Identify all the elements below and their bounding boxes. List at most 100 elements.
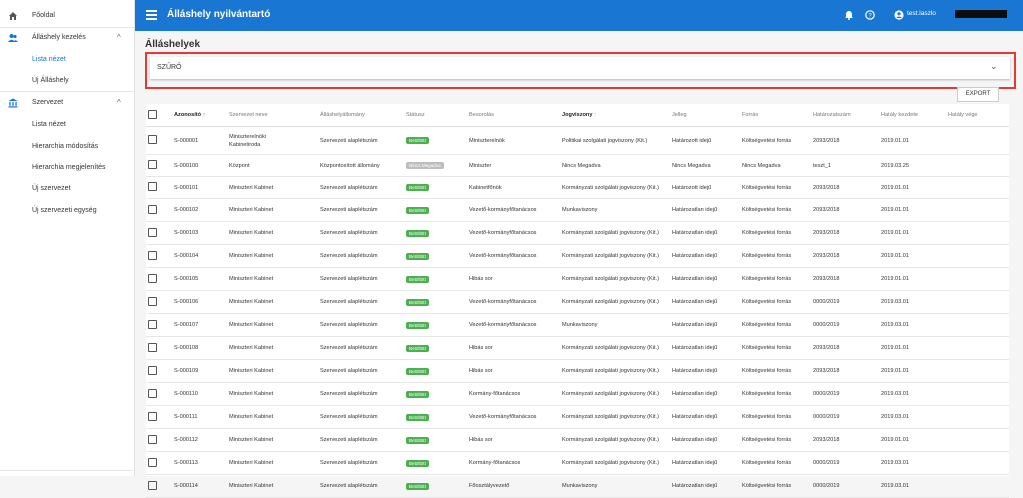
cell-text: 2019.01.01 xyxy=(881,207,909,213)
row-checkbox[interactable] xyxy=(148,365,157,375)
col-header-statusz[interactable]: Státusz xyxy=(404,104,467,127)
col-header-allashelyallomany[interactable]: Álláshelyállomány xyxy=(318,104,404,127)
cell-forras: Költségvetési forrás xyxy=(740,451,811,475)
cell-azonosito: S-000112 xyxy=(172,428,227,452)
menu-icon[interactable] xyxy=(146,10,157,20)
row-checkbox[interactable] xyxy=(148,319,157,329)
row-checkbox[interactable] xyxy=(148,296,157,306)
cell-forras: Költségvetési forrás xyxy=(740,382,811,406)
row-checkbox[interactable] xyxy=(148,434,157,444)
bell-icon[interactable] xyxy=(844,10,854,20)
cell-jogviszony: Kormányzati szolgálati jogviszony (Kit.) xyxy=(560,451,670,475)
sidebar-item-label: Lista nézet xyxy=(32,56,66,63)
cell-hataly-vege xyxy=(946,267,1009,291)
sidebar-item-szervezet-lista[interactable]: Lista nézet xyxy=(0,114,134,136)
cell-text: Kormányzati szolgálati jogviszony (Kit.) xyxy=(562,437,659,443)
col-header-jogviszony[interactable]: Jogviszony ↑ xyxy=(560,104,670,127)
sidebar-item-lista-nezet[interactable]: Lista nézet xyxy=(0,49,134,71)
table-row[interactable]: S-000107 Miniszteri Kabinet Szervezeti ala… xyxy=(146,313,1009,337)
table-row[interactable]: S-000100 Központ Központosított állomány Ni… xyxy=(146,154,1009,177)
col-header-forras[interactable]: Forrás xyxy=(740,104,811,127)
cell-jelleg: Határozatlan idejű xyxy=(670,313,740,337)
table-row[interactable]: S-000111 Miniszteri Kabinet Szervezeti ala… xyxy=(146,405,1009,429)
cell-text: Költségvetési forrás xyxy=(742,414,792,420)
chevron-up-icon: ^ xyxy=(117,98,121,107)
sidebar-item-szervezet[interactable]: Szervezet ^ xyxy=(0,92,134,114)
cell-text: Költségvetési forrás xyxy=(742,483,792,489)
row-checkbox[interactable] xyxy=(148,250,157,260)
row-checkbox[interactable] xyxy=(148,342,157,352)
cell-text: Költségvetési forrás xyxy=(742,184,792,191)
cell-text: Munkaviszony xyxy=(562,207,598,213)
col-header-jelleg[interactable]: Jelleg xyxy=(670,104,740,127)
sidebar: Főoldal Álláshely kezelés ^ Lista nézet … xyxy=(0,0,135,476)
row-checkbox[interactable] xyxy=(148,227,157,237)
cell-text: Szervezeti alaplétszám xyxy=(320,437,378,443)
cell-text: Munkaviszony xyxy=(562,483,598,489)
row-checkbox[interactable] xyxy=(148,182,157,191)
table-row[interactable]: S-000110 Miniszteri Kabinet Szervezeti ala… xyxy=(146,382,1009,406)
export-button[interactable]: EXPORT xyxy=(957,87,999,102)
sidebar-item-home[interactable]: Főoldal xyxy=(0,5,134,27)
row-checkbox-cell xyxy=(146,451,172,475)
table-row[interactable]: S-000112 Miniszteri Kabinet Szervezeti ala… xyxy=(146,428,1009,452)
cell-text: Költségvetési forrás xyxy=(742,253,792,259)
cell-text: Vezető-kormányfőtanácsos xyxy=(469,207,537,213)
row-checkbox[interactable] xyxy=(148,388,157,398)
row-checkbox[interactable] xyxy=(148,273,157,283)
row-checkbox[interactable] xyxy=(148,160,157,169)
account-icon[interactable] xyxy=(894,10,904,20)
col-header-hatarozatszam[interactable]: Határozatszám xyxy=(811,104,879,127)
row-checkbox[interactable] xyxy=(148,411,157,421)
row-checkbox-cell xyxy=(146,313,172,337)
cell-text: Kormány-főtanácsos xyxy=(469,391,521,397)
sidebar-item-label: Lista nézet xyxy=(32,121,66,128)
cell-hatarozatszam: 0000/2019 xyxy=(811,474,879,498)
cell-text: S-000111 xyxy=(174,414,198,420)
col-header-hataly-vege[interactable]: Hatály vége xyxy=(946,104,1009,127)
table-row[interactable]: S-000103 Miniszteri Kabinet Szervezeti ala… xyxy=(146,221,1009,245)
cell-text: Miniszteri Kabinet xyxy=(229,230,274,236)
sidebar-item-allashely-kezeles[interactable]: Álláshely kezelés ^ xyxy=(0,27,134,49)
cell-text: 2093/2018 xyxy=(813,276,840,282)
table-row[interactable]: S-000109 Miniszteri Kabinet Szervezeti ala… xyxy=(146,359,1009,383)
table-row[interactable]: S-000102 Miniszteri Kabinet Szervezeti ala… xyxy=(146,198,1009,222)
row-checkbox[interactable] xyxy=(148,480,157,490)
table-row[interactable]: S-000104 Miniszteri Kabinet Szervezeti ala… xyxy=(146,244,1009,268)
cell-jelleg: Határozatlan idejű xyxy=(670,221,740,245)
help-icon[interactable]: ? xyxy=(865,10,875,20)
table-row[interactable]: S-000108 Miniszteri Kabinet Szervezeti ala… xyxy=(146,336,1009,360)
sidebar-item-hierarchia-megjelenites[interactable]: Hierarchia megjelenítés xyxy=(0,157,134,179)
table-row[interactable]: S-000001 Miniszterelnöki Kabinetiroda Szer… xyxy=(146,126,1009,155)
row-checkbox[interactable] xyxy=(148,135,157,144)
cell-text: 2019.01.01 xyxy=(881,276,909,282)
cell-azonosito: S-000108 xyxy=(172,336,227,360)
cell-text: Kormányzati szolgálati jogviszony (Kit.) xyxy=(562,345,659,351)
table-row[interactable]: S-000114 Miniszteri Kabinet Szervezeti ala… xyxy=(146,474,1009,498)
cell-forras: Költségvetési forrás xyxy=(740,198,811,222)
sidebar-item-hierarchia-modositas[interactable]: Hierarchia módosítás xyxy=(0,136,134,158)
table-row[interactable]: S-000113 Miniszteri Kabinet Szervezeti ala… xyxy=(146,451,1009,475)
cell-jelleg: Határozatlan idejű xyxy=(670,244,740,268)
sidebar-item-uj-szervezet[interactable]: Új szervezet xyxy=(0,178,134,200)
user-name[interactable]: test.laszlo xyxy=(907,10,936,17)
cell-jelleg: Határozatlan idejű xyxy=(670,382,740,406)
cell-text: Miniszterelnök xyxy=(469,137,505,144)
cell-azonosito: S-000113 xyxy=(172,451,227,475)
cell-text: Miniszter xyxy=(469,162,492,169)
table-row[interactable]: S-000106 Miniszteri Kabinet Szervezeti ala… xyxy=(146,290,1009,314)
table-row[interactable]: S-000101 Miniszteri Kabinet Szervezeti ala… xyxy=(146,176,1009,199)
sidebar-item-uj-allashely[interactable]: Új Álláshely xyxy=(0,70,134,92)
sidebar-item-label: Új szervezet xyxy=(32,185,71,192)
row-checkbox[interactable] xyxy=(148,457,157,467)
table-row[interactable]: S-000105 Miniszteri Kabinet Szervezeti ala… xyxy=(146,267,1009,291)
status-badge: Betöltött xyxy=(406,344,429,352)
col-header-besorolas[interactable]: Besorolás xyxy=(467,104,560,127)
row-checkbox[interactable] xyxy=(148,204,157,214)
col-header-azonosito[interactable]: Azonosító ↑ xyxy=(172,104,227,127)
cell-hataly-kezdete: 2019.03.25 xyxy=(879,154,946,177)
sidebar-item-uj-szervezeti-egyseg[interactable]: Új szervezeti egység xyxy=(0,200,134,222)
col-header-szervezet[interactable]: Szervezet neve xyxy=(227,104,318,127)
col-header-hataly-kezdete[interactable]: Hatály kezdete xyxy=(879,104,946,127)
select-all-checkbox[interactable] xyxy=(148,109,157,119)
